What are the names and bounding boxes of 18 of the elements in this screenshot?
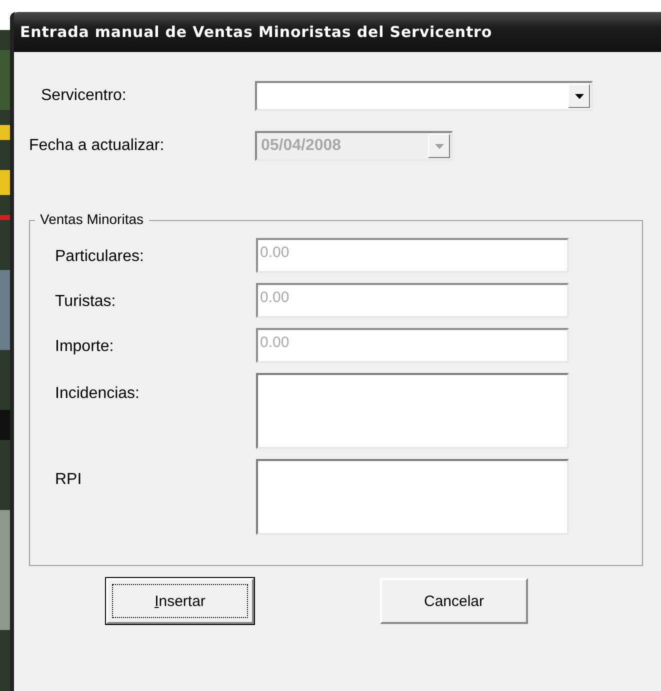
dropdown-field[interactable] xyxy=(255,81,593,111)
text-area[interactable] xyxy=(256,459,569,535)
field-label: RPI xyxy=(55,470,83,489)
field-label: Particulares: xyxy=(55,246,145,266)
field-label: Fecha a actualizar: xyxy=(29,137,166,155)
window-title: Entrada manual de Ventas Minoristas del Servicentro xyxy=(20,23,492,41)
insert-button[interactable]: Insertar xyxy=(106,578,254,624)
dropdown-button[interactable] xyxy=(568,84,590,108)
field-label: Servicentro: xyxy=(40,87,128,105)
caret-icon xyxy=(434,144,444,148)
cancel-button[interactable]: Cancelar xyxy=(380,578,528,624)
field-label: Turistas: xyxy=(55,292,117,310)
group-title: Ventas Minoritas xyxy=(35,211,148,227)
field-label: Importe: xyxy=(55,336,115,356)
field-label: Incidencias: xyxy=(55,384,140,403)
dropdown-value: 05/04/2008 xyxy=(260,137,342,155)
caret-icon xyxy=(574,94,584,98)
text-area[interactable] xyxy=(256,373,569,449)
